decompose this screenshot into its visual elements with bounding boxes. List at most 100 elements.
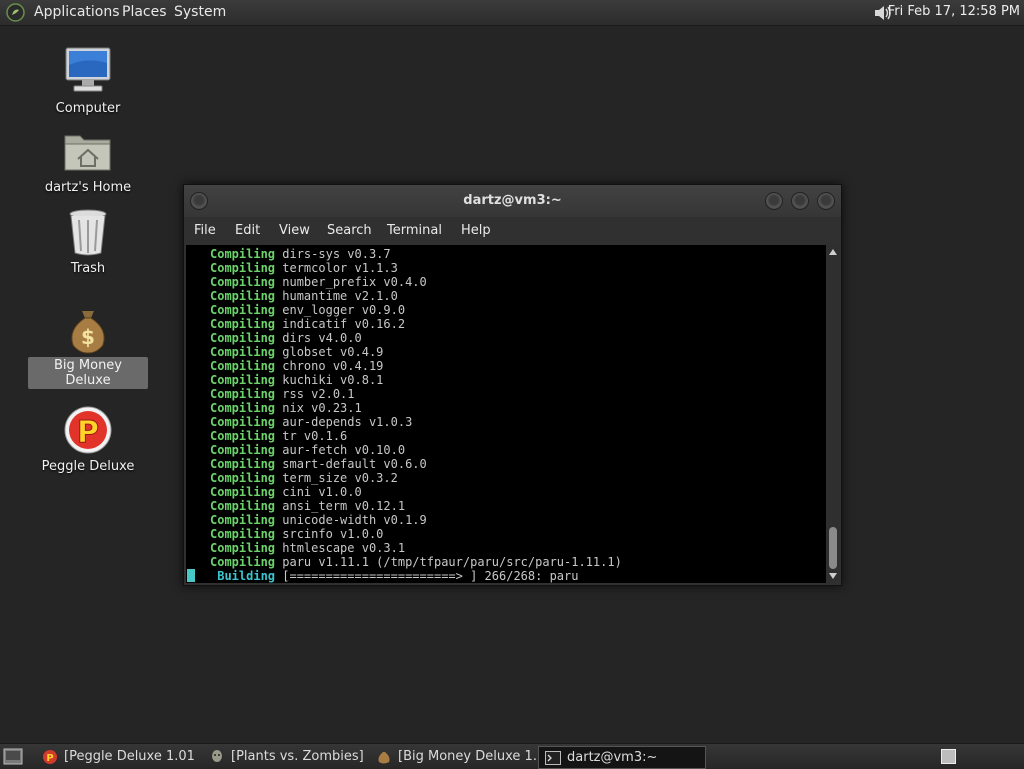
menu-system[interactable]: System — [174, 4, 226, 20]
desktop-label: Trash — [70, 261, 106, 276]
compiling-keyword: Compiling — [210, 555, 276, 569]
menu-terminal[interactable]: Terminal — [387, 223, 442, 238]
close-icon[interactable] — [817, 192, 835, 210]
home-folder-icon — [64, 135, 111, 171]
peggle-small-icon: P — [43, 749, 57, 764]
task-peggle-deluxe[interactable]: P [Peggle Deluxe 1.01] — [36, 746, 196, 767]
clock[interactable]: Fri Feb 17, 12:58 PM — [888, 4, 1020, 19]
terminal-line-text: htmlescape v0.3.1 — [275, 541, 406, 555]
compiling-keyword: Compiling — [210, 443, 276, 457]
menu-applications[interactable]: Applications — [34, 4, 120, 20]
terminal-menubar: File Edit View Search Terminal Help — [184, 217, 841, 244]
terminal-line-text: indicatif v0.16.2 — [275, 317, 406, 331]
menu-search[interactable]: Search — [327, 223, 372, 238]
terminal-line-text: aur-fetch v0.10.0 — [275, 443, 406, 457]
compiling-keyword: Compiling — [210, 303, 276, 317]
desktop-icon-peggle-deluxe[interactable]: P Peggle Deluxe — [28, 405, 148, 475]
terminal-lines: Compiling dirs-sys v0.3.7 Compiling termc… — [210, 247, 622, 583]
desktop-icon-home[interactable]: dartz's Home — [28, 126, 148, 196]
terminal-line-text: rss v2.0.1 — [275, 387, 355, 401]
task-terminal[interactable]: dartz@vm3:~ — [538, 746, 706, 769]
terminal-icon — [545, 750, 561, 765]
terminal-line: Compiling htmlescape v0.3.1 — [210, 541, 622, 555]
terminal-line-text: smart-default v0.6.0 — [275, 457, 427, 471]
terminal-line-text: nix v0.23.1 — [275, 401, 362, 415]
compiling-keyword: Compiling — [210, 429, 276, 443]
terminal-line-text: srcinfo v1.0.0 — [275, 527, 384, 541]
compiling-keyword: Compiling — [210, 499, 276, 513]
gnome-foot-icon[interactable] — [6, 3, 25, 22]
terminal-line: Compiling kuchiki v0.8.1 — [210, 373, 622, 387]
computer-icon — [65, 47, 111, 92]
money-bag-icon: $ — [71, 311, 105, 354]
task-label: [Peggle Deluxe 1.01] — [64, 749, 196, 764]
show-desktop-icon[interactable] — [3, 748, 23, 765]
terminal-cursor — [187, 569, 195, 582]
terminal-line: Compiling srcinfo v1.0.0 — [210, 527, 622, 541]
terminal-line-text: humantime v2.1.0 — [275, 289, 398, 303]
terminal-output[interactable]: Compiling dirs-sys v0.3.7 Compiling termc… — [186, 245, 826, 583]
terminal-line-text: termcolor v1.1.3 — [275, 261, 398, 275]
terminal-window[interactable]: dartz@vm3:~ File Edit View Search Termin… — [183, 184, 842, 586]
compiling-keyword: Compiling — [210, 247, 276, 261]
compiling-keyword: Compiling — [210, 415, 276, 429]
compiling-keyword: Compiling — [210, 345, 276, 359]
svg-text:$: $ — [81, 325, 95, 349]
compiling-keyword: Compiling — [210, 373, 276, 387]
maximize-icon[interactable] — [791, 192, 809, 210]
menu-view[interactable]: View — [279, 223, 310, 238]
desktop-icon-big-money-deluxe[interactable]: $ Big Money Deluxe — [28, 307, 148, 389]
task-label: [Plants vs. Zombies] — [231, 749, 364, 764]
desktop-icon-trash[interactable]: Trash — [28, 207, 148, 277]
terminal-line-text: globset v0.4.9 — [275, 345, 384, 359]
compiling-keyword: Compiling — [210, 317, 276, 331]
terminal-line-text: tr v0.1.6 — [275, 429, 348, 443]
svg-text:P: P — [77, 415, 99, 450]
compiling-keyword: Compiling — [210, 275, 276, 289]
compiling-keyword: Compiling — [210, 513, 276, 527]
scrollbar-thumb[interactable] — [829, 527, 837, 569]
terminal-line: Compiling aur-depends v1.0.3 — [210, 415, 622, 429]
menu-places[interactable]: Places — [122, 4, 167, 20]
terminal-line: Compiling smart-default v0.6.0 — [210, 457, 622, 471]
terminal-line-text: chrono v0.4.19 — [275, 359, 384, 373]
terminal-line: Compiling tr v0.1.6 — [210, 429, 622, 443]
minimize-icon[interactable] — [765, 192, 783, 210]
terminal-line: Compiling term_size v0.3.2 — [210, 471, 622, 485]
scroll-down-arrow-icon[interactable] — [829, 573, 837, 579]
menu-edit[interactable]: Edit — [235, 223, 260, 238]
task-label: [Big Money Deluxe 1… — [398, 749, 536, 764]
compiling-keyword: Compiling — [210, 485, 276, 499]
workspace-switcher-icon[interactable] — [941, 749, 956, 764]
window-titlebar[interactable]: dartz@vm3:~ — [184, 185, 841, 217]
task-big-money-deluxe[interactable]: [Big Money Deluxe 1… — [370, 746, 536, 767]
terminal-line: Compiling cini v1.0.0 — [210, 485, 622, 499]
menu-file[interactable]: File — [194, 223, 216, 238]
compiling-keyword: Compiling — [210, 387, 276, 401]
compiling-keyword: Compiling — [210, 527, 276, 541]
terminal-line-text: aur-depends v1.0.3 — [275, 415, 413, 429]
trash-icon — [69, 209, 107, 256]
desktop-label: Big Money Deluxe — [28, 357, 148, 389]
menu-help[interactable]: Help — [461, 223, 491, 238]
terminal-line: Compiling chrono v0.4.19 — [210, 359, 622, 373]
svg-text:P: P — [46, 753, 53, 764]
terminal-line-text: env_logger v0.9.0 — [275, 303, 406, 317]
desktop-icon-computer[interactable]: Computer — [28, 45, 148, 117]
terminal-line: Compiling humantime v2.1.0 — [210, 289, 622, 303]
peggle-icon: P — [64, 406, 112, 454]
terminal-line: Compiling dirs-sys v0.3.7 — [210, 247, 622, 261]
terminal-scrollbar[interactable] — [827, 245, 839, 583]
task-plants-vs-zombies[interactable]: [Plants vs. Zombies] — [203, 746, 368, 767]
desktop-label: Computer — [55, 101, 121, 116]
compiling-keyword: Compiling — [210, 359, 276, 373]
scroll-up-arrow-icon[interactable] — [829, 249, 837, 255]
compiling-keyword: Compiling — [210, 331, 276, 345]
window-title: dartz@vm3:~ — [463, 193, 562, 208]
task-label: dartz@vm3:~ — [567, 750, 658, 765]
desktop-label: dartz's Home — [44, 180, 132, 195]
terminal-line: Compiling aur-fetch v0.10.0 — [210, 443, 622, 457]
building-keyword: Building — [210, 569, 276, 583]
terminal-line: Compiling termcolor v1.1.3 — [210, 261, 622, 275]
terminal-line: Compiling unicode-width v0.1.9 — [210, 513, 622, 527]
